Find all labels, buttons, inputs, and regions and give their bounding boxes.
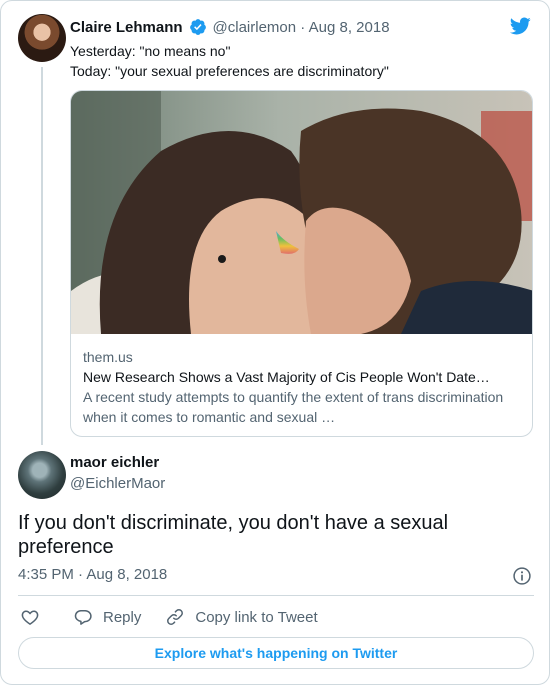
author-name[interactable]: Claire Lehmann (70, 19, 183, 36)
link-description: A recent study attempts to quantify the … (83, 389, 504, 425)
article-photo (71, 91, 532, 334)
thread-connector-line (41, 67, 43, 445)
heart-icon (21, 610, 39, 625)
tweet-timestamp[interactable]: 4:35 PM · Aug 8, 2018 (18, 566, 167, 583)
link-preview-body: them.us New Research Shows a Vast Majori… (83, 347, 523, 427)
divider (18, 595, 534, 596)
avatar[interactable] (18, 451, 66, 499)
copy-link-label: Copy link to Tweet (195, 608, 318, 626)
speech-bubble-icon (74, 610, 92, 625)
tweet-text-line: Yesterday: "no means no" (70, 43, 231, 59)
reply-label: Reply (103, 608, 142, 626)
link-title: New Research Shows a Vast Majority of Ci… (83, 369, 490, 385)
link-chain-icon (167, 609, 184, 625)
quoted-tweet-header: Claire Lehmann @clairlemon · Aug 8, 2018 (70, 17, 390, 37)
author-handle[interactable]: @clairlemon (213, 19, 297, 36)
like-button[interactable] (20, 607, 40, 627)
tweet-action-bar: Reply Copy link to Tweet (18, 605, 318, 629)
tweet-text: If you don't discriminate, you don't hav… (18, 512, 449, 558)
verified-badge-icon (189, 19, 206, 35)
link-domain: them.us (83, 349, 133, 365)
tweet-text-line: Today: "your sexual preferences are disc… (70, 63, 389, 79)
quoted-tweet-text: Yesterday: "no means no" Today: "your se… (70, 41, 530, 81)
quoted-tweet-meta: @clairlemon · Aug 8, 2018 (212, 18, 390, 36)
avatar[interactable] (18, 14, 66, 62)
explore-twitter-button[interactable]: Explore what's happening on Twitter (18, 637, 534, 669)
author-name[interactable]: maor eichler (70, 454, 159, 471)
link-preview-card[interactable]: them.us New Research Shows a Vast Majori… (70, 90, 533, 437)
reply-button[interactable]: Reply (73, 607, 141, 627)
tweet-date[interactable]: Aug 8, 2018 (309, 19, 390, 36)
twitter-bird-icon[interactable] (508, 15, 532, 37)
author-handle[interactable]: @EichlerMaor (70, 475, 165, 492)
copy-link-button[interactable]: Copy link to Tweet (165, 607, 318, 627)
tweet-embed-card: Claire Lehmann @clairlemon · Aug 8, 2018… (0, 0, 550, 685)
info-icon[interactable] (512, 566, 532, 586)
